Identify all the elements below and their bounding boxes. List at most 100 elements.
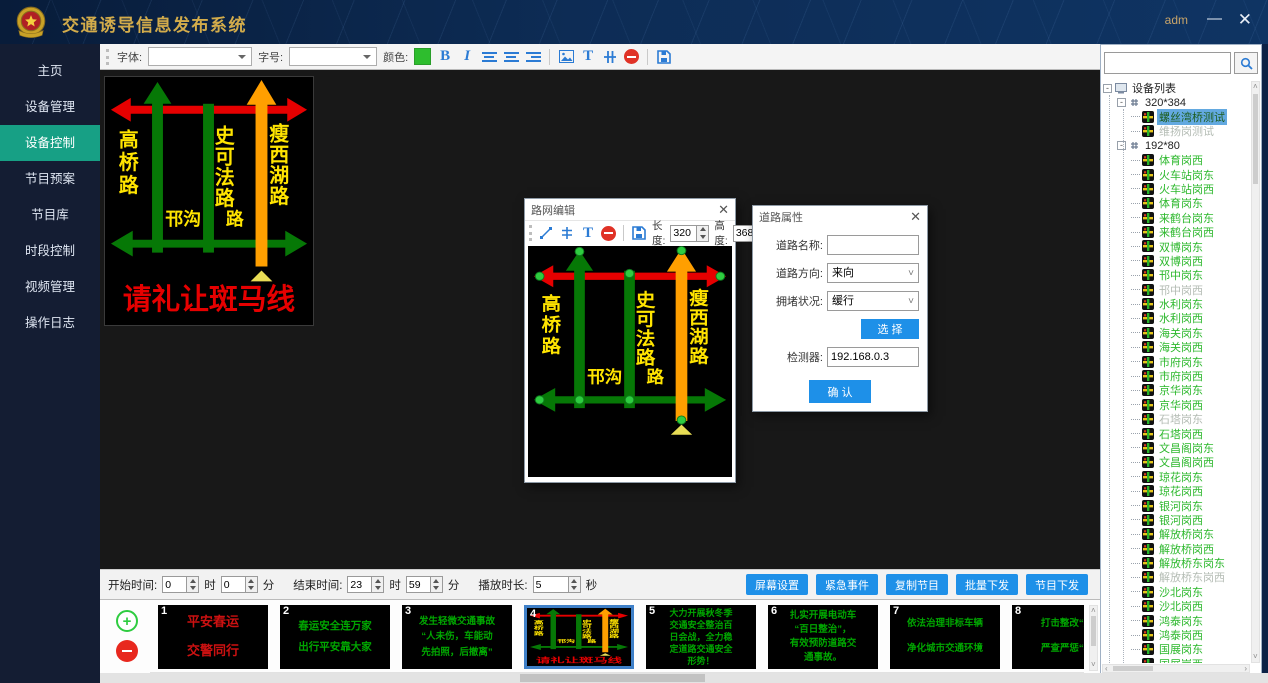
tree-device[interactable]: 邗中岗西 bbox=[1103, 282, 1250, 296]
align-left-icon[interactable] bbox=[481, 48, 497, 66]
program-send-button[interactable]: 节目下发 bbox=[1026, 574, 1088, 595]
program-thumbnail[interactable]: 8打击整改“灯严查严惩“机 bbox=[1012, 605, 1084, 669]
tree-device[interactable]: 维扬岗测试 bbox=[1103, 124, 1250, 138]
tree-device[interactable]: 水利岗西 bbox=[1103, 311, 1250, 325]
tree-group[interactable]: -320*384 bbox=[1103, 95, 1250, 109]
sidebar-item-device-control[interactable]: 设备控制 bbox=[0, 125, 100, 161]
edit-handle[interactable] bbox=[575, 396, 584, 404]
device-search-input[interactable] bbox=[1104, 52, 1231, 74]
program-thumbnail[interactable]: 2春运安全连万家出行平安靠大家 bbox=[280, 605, 390, 669]
image-icon[interactable] bbox=[558, 48, 574, 66]
duration-input[interactable] bbox=[533, 576, 569, 593]
dialog-titlebar[interactable]: 路网编辑 ✕ bbox=[525, 199, 735, 220]
collapse-icon[interactable]: - bbox=[1117, 141, 1126, 150]
font-select[interactable] bbox=[148, 47, 252, 66]
tree-device[interactable]: 火车站岗东 bbox=[1103, 167, 1250, 181]
start-minute-input[interactable] bbox=[221, 576, 246, 593]
tree-device[interactable]: 琼花岗西 bbox=[1103, 484, 1250, 498]
road-icon[interactable] bbox=[602, 48, 618, 66]
minimize-button[interactable]: — bbox=[1207, 10, 1222, 27]
edit-handle[interactable] bbox=[625, 269, 634, 277]
copy-program-button[interactable]: 复制节目 bbox=[886, 574, 948, 595]
color-swatch[interactable] bbox=[414, 48, 431, 65]
tree-device[interactable]: 鸿泰岗东 bbox=[1103, 613, 1250, 627]
align-center-icon[interactable] bbox=[503, 48, 519, 66]
tree-device[interactable]: 邗中岗东 bbox=[1103, 268, 1250, 282]
line-icon[interactable] bbox=[538, 224, 554, 242]
align-right-icon[interactable] bbox=[525, 48, 541, 66]
emergency-event-button[interactable]: 紧急事件 bbox=[816, 574, 878, 595]
select-detector-button[interactable]: 选 择 bbox=[861, 319, 919, 339]
text-icon[interactable]: T bbox=[580, 48, 596, 66]
sidebar-item-video-management[interactable]: 视频管理 bbox=[0, 269, 100, 305]
detector-input[interactable] bbox=[827, 347, 919, 367]
tree-device[interactable]: 螺丝湾桥测试 bbox=[1103, 110, 1250, 124]
tree-device[interactable]: 市府岗西 bbox=[1103, 369, 1250, 383]
delete-icon[interactable] bbox=[601, 226, 616, 241]
tree-device[interactable]: 文昌阁岗西 bbox=[1103, 455, 1250, 469]
tree-device[interactable]: 解放桥东岗西 bbox=[1103, 570, 1250, 584]
program-thumbnail[interactable]: 5大力开展秋冬季交通安全整治百日会战，全力稳定道路交通安全形势！ bbox=[646, 605, 756, 669]
device-name[interactable]: 国展岗西 bbox=[1157, 656, 1205, 663]
toolbar-grip[interactable] bbox=[529, 225, 532, 241]
edit-handle[interactable] bbox=[535, 272, 544, 280]
dialog-titlebar[interactable]: 道路属性 ✕ bbox=[753, 206, 927, 227]
end-hour-input[interactable] bbox=[347, 576, 372, 593]
tree-device[interactable]: 海关岗东 bbox=[1103, 326, 1250, 340]
start-hour-input[interactable] bbox=[162, 576, 187, 593]
sidebar-item-device-management[interactable]: 设备管理 bbox=[0, 89, 100, 125]
end-minute-input[interactable] bbox=[406, 576, 431, 593]
size-select[interactable] bbox=[289, 47, 377, 66]
tree-device[interactable]: 解放桥岗西 bbox=[1103, 542, 1250, 556]
text-icon[interactable]: T bbox=[580, 224, 596, 242]
tree-device[interactable]: 体育岗东 bbox=[1103, 196, 1250, 210]
save-icon[interactable] bbox=[656, 48, 672, 66]
delete-icon[interactable] bbox=[624, 49, 639, 64]
program-thumbnail[interactable]: 4高桥路史可法路瘦西湖路邗沟路请礼让斑马线 bbox=[524, 605, 634, 669]
tree-device[interactable]: 文昌阁岗东 bbox=[1103, 441, 1250, 455]
tree-group[interactable]: -192*80 bbox=[1103, 139, 1250, 153]
tree-device[interactable]: 解放桥东岗东 bbox=[1103, 556, 1250, 570]
italic-icon[interactable]: I bbox=[459, 48, 475, 66]
remove-program-button[interactable] bbox=[116, 640, 138, 662]
tree-device[interactable]: 银河岗东 bbox=[1103, 498, 1250, 512]
program-thumbnail[interactable]: 3发生轻微交通事故“人未伤，车能动先拍照，后撤离” bbox=[402, 605, 512, 669]
tree-device[interactable]: 火车站岗西 bbox=[1103, 182, 1250, 196]
program-thumbnail[interactable]: 7依法治理非标车辆净化城市交通环境 bbox=[890, 605, 1000, 669]
edit-handle[interactable] bbox=[677, 246, 686, 254]
toolbar-grip[interactable] bbox=[106, 49, 110, 65]
tree-device[interactable]: 石塔岗东 bbox=[1103, 412, 1250, 426]
batch-send-button[interactable]: 批量下发 bbox=[956, 574, 1018, 595]
tree-device[interactable]: 琼花岗东 bbox=[1103, 470, 1250, 484]
device-name[interactable]: 维扬岗测试 bbox=[1157, 123, 1216, 139]
tree-device[interactable]: 海关岗西 bbox=[1103, 340, 1250, 354]
sidebar-item-program-library[interactable]: 节目库 bbox=[0, 197, 100, 233]
tree-device[interactable]: 体育岗西 bbox=[1103, 153, 1250, 167]
add-program-button[interactable]: + bbox=[116, 610, 138, 632]
program-thumbnail[interactable]: 6扎实开展电动车“百日整治”，有效预防道路交通事故。 bbox=[768, 605, 878, 669]
program-thumbnail[interactable]: 1平安春运交警同行 bbox=[158, 605, 268, 669]
window-horizontal-scrollbar[interactable] bbox=[100, 673, 1268, 683]
tree-device[interactable]: 国展岗东 bbox=[1103, 642, 1250, 656]
bold-icon[interactable]: B bbox=[437, 48, 453, 66]
tree-device[interactable]: 沙北岗东 bbox=[1103, 585, 1250, 599]
tree-root[interactable]: -设备列表 bbox=[1103, 81, 1250, 95]
tree-device[interactable]: 解放桥岗东 bbox=[1103, 527, 1250, 541]
sidebar-item-period-control[interactable]: 时段控制 bbox=[0, 233, 100, 269]
search-button[interactable] bbox=[1234, 52, 1258, 74]
confirm-button[interactable]: 确 认 bbox=[809, 380, 871, 403]
led-sign-preview[interactable]: 高桥路史可法路瘦西湖路邗沟路请礼让斑马线 bbox=[104, 76, 314, 326]
tree-device[interactable]: 双博岗东 bbox=[1103, 239, 1250, 253]
spin-up-icon[interactable] bbox=[697, 226, 708, 234]
tree-device[interactable]: 鸿泰岗西 bbox=[1103, 628, 1250, 642]
roadnet-canvas[interactable]: 高桥路史可法路瘦西湖路邗沟路 bbox=[528, 246, 732, 477]
length-stepper[interactable] bbox=[670, 225, 709, 242]
collapse-icon[interactable]: - bbox=[1117, 98, 1126, 107]
tree-device[interactable]: 来鹤台岗西 bbox=[1103, 225, 1250, 239]
sidebar-item-program-plan[interactable]: 节目预案 bbox=[0, 161, 100, 197]
collapse-icon[interactable]: - bbox=[1103, 84, 1112, 93]
tree-device[interactable]: 京华岗东 bbox=[1103, 383, 1250, 397]
edit-handle[interactable] bbox=[575, 247, 584, 255]
spin-down-icon[interactable] bbox=[697, 233, 708, 241]
screen-settings-button[interactable]: 屏幕设置 bbox=[746, 574, 808, 595]
